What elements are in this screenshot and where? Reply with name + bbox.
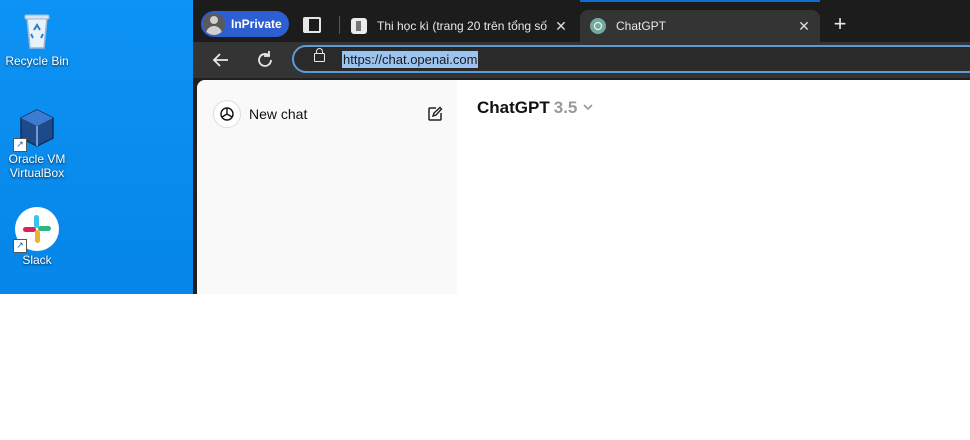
sidebar: New chat: [197, 80, 457, 294]
new-tab-button[interactable]: +: [829, 13, 851, 36]
chevron-down-icon: [583, 102, 593, 114]
reload-icon: [258, 51, 272, 67]
recycle-bin-icon: [15, 8, 59, 52]
browser-toolbar: https://chat.openai.com: [193, 42, 970, 78]
inprivate-label: InPrivate: [231, 17, 282, 31]
tab-chatgpt[interactable]: ChatGPT ✕: [580, 10, 820, 42]
active-tab-indicator: [580, 0, 820, 2]
close-tab-icon[interactable]: ✕: [551, 18, 571, 35]
shortcut-arrow-icon: ↗: [13, 138, 27, 152]
virtualbox-icon: ↗: [13, 106, 59, 152]
desktop-icon-label: Recycle Bin: [5, 54, 69, 68]
browser-window: InPrivate Thi học kì (trang 20 trên tổng…: [193, 0, 970, 294]
tab-thi-hoc-ki[interactable]: Thi học kì (trang 20 trên tổng số ✕: [341, 10, 577, 42]
document-favicon-icon: [351, 18, 367, 34]
avatar: [203, 13, 225, 35]
url-text[interactable]: https://chat.openai.com: [342, 51, 479, 68]
tab-strip: InPrivate Thi học kì (trang 20 trên tổng…: [193, 0, 970, 42]
address-bar[interactable]: https://chat.openai.com: [292, 45, 970, 73]
model-name: ChatGPT: [477, 98, 550, 117]
openai-logo-icon: [213, 100, 241, 128]
reload-button[interactable]: [254, 49, 276, 71]
shortcut-arrow-icon: ↗: [13, 239, 27, 253]
model-selector[interactable]: ChatGPT 3.5: [477, 98, 593, 118]
lock-icon[interactable]: [314, 48, 325, 62]
desktop-icon-slack[interactable]: ↗ Slack: [0, 207, 74, 267]
main-panel: ChatGPT 3.5: [457, 80, 970, 294]
desktop: Recycle Bin ↗ Oracle VM VirtualBox ↗ Sla…: [0, 0, 193, 294]
new-chat-button[interactable]: New chat: [213, 98, 443, 130]
chatgpt-favicon-icon: [590, 18, 606, 34]
model-version: 3.5: [553, 98, 578, 117]
tab-title: ChatGPT: [616, 19, 667, 33]
desktop-icon-virtualbox[interactable]: ↗ Oracle VM VirtualBox: [0, 106, 74, 180]
desktop-icon-recycle-bin[interactable]: Recycle Bin: [0, 8, 74, 68]
tab-actions-icon[interactable]: [303, 17, 321, 33]
desktop-icon-label: Oracle VM VirtualBox: [8, 152, 66, 180]
chatgpt-page: New chat ChatGPT 3.5: [197, 80, 970, 294]
desktop-icon-label: Slack: [22, 253, 52, 267]
close-tab-icon[interactable]: ✕: [794, 18, 814, 35]
inprivate-profile-button[interactable]: InPrivate: [201, 11, 289, 37]
arrow-left-icon: [212, 53, 228, 67]
slack-icon: ↗: [13, 207, 59, 253]
back-button[interactable]: [210, 49, 232, 71]
tab-title: Thi học kì (trang 20 trên tổng số: [377, 19, 548, 33]
tab-separator: [339, 16, 340, 34]
new-chat-label: New chat: [249, 106, 308, 122]
edit-icon[interactable]: [427, 106, 443, 122]
